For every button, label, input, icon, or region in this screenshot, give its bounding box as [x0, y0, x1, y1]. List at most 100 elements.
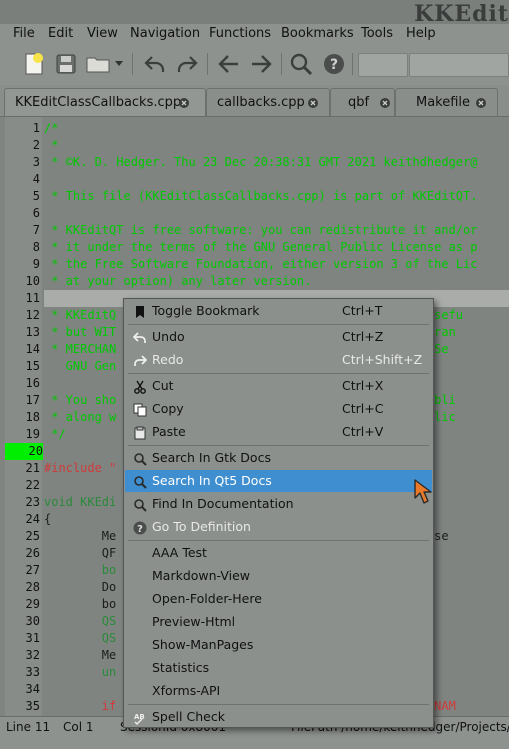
- line-number: 4: [32, 172, 40, 186]
- menu-item-label: Open-Folder-Here: [152, 591, 262, 606]
- tab-close-icon[interactable]: [308, 98, 318, 108]
- menu-item-label: Show-ManPages: [152, 637, 254, 652]
- menu-file[interactable]: File: [13, 26, 35, 41]
- help-icon: ?: [133, 520, 147, 535]
- line-number: 25: [25, 529, 40, 543]
- new-file-icon[interactable]: [20, 50, 48, 78]
- code-line: * This file (KKEditClassCallbacks.cpp) i…: [44, 189, 478, 203]
- menu-item-statistics[interactable]: Statistics: [125, 657, 432, 679]
- menu-item-show-manpages[interactable]: Show-ManPages: [125, 634, 432, 656]
- save-icon[interactable]: [52, 50, 80, 78]
- menu-item-toggle-bookmark[interactable]: Toggle Bookmark Ctrl+T: [125, 300, 432, 322]
- open-folder-icon[interactable]: [84, 50, 112, 78]
- menu-item-redo: Redo Ctrl+Shift+Z: [125, 349, 432, 371]
- menu-item-label: Find In Documentation: [152, 496, 294, 511]
- line-number: 29: [25, 597, 40, 611]
- menu-item-xforms-api[interactable]: Xforms-API: [125, 680, 432, 702]
- menu-item-paste[interactable]: Paste Ctrl+V: [125, 421, 432, 443]
- tab-close-icon[interactable]: [179, 98, 189, 108]
- undo-icon[interactable]: [141, 50, 169, 78]
- code-line: */: [44, 427, 66, 441]
- menu-item-search-in-gtk-docs[interactable]: Search In Gtk Docs: [125, 447, 432, 469]
- line-number: 6: [32, 206, 40, 220]
- menu-item-aaa-test[interactable]: AAA Test: [125, 542, 432, 564]
- tab-kkeditclasscallbacks[interactable]: KKEditClassCallbacks.cpp: [4, 88, 206, 116]
- line-number: 11: [25, 291, 40, 305]
- menu-item-label: Search In Gtk Docs: [152, 450, 271, 465]
- status-col: Col 1: [63, 720, 94, 734]
- menu-item-label: Redo: [152, 352, 184, 367]
- line-number: 15: [25, 359, 40, 373]
- tab-qbf[interactable]: qbf: [330, 88, 395, 116]
- menu-navigation[interactable]: Navigation: [130, 26, 200, 41]
- line-number: 3: [32, 155, 40, 169]
- menu-item-find-in-documentation[interactable]: Find In Documentation: [125, 493, 432, 515]
- tab-callbacks[interactable]: callbacks.cpp: [206, 88, 330, 116]
- dropdown-arrow-icon[interactable]: [112, 50, 126, 78]
- menu-bookmarks[interactable]: Bookmarks: [281, 26, 354, 41]
- code-line: QS: [44, 614, 117, 628]
- tab-label: qbf: [348, 95, 370, 110]
- title-bar: KKEdit: [0, 0, 509, 27]
- line-number: 10: [25, 274, 40, 288]
- menu-item-markdown-view[interactable]: Markdown-View: [125, 565, 432, 587]
- line-number: 5: [32, 189, 40, 203]
- menu-item-open-folder-here[interactable]: Open-Folder-Here: [125, 588, 432, 610]
- menu-item-undo[interactable]: Undo Ctrl+Z: [125, 326, 432, 348]
- find-icon[interactable]: [287, 50, 315, 78]
- line-number: 8: [32, 240, 40, 254]
- cut-icon: [133, 379, 147, 394]
- menu-separator: [128, 540, 429, 541]
- back-icon[interactable]: [215, 50, 243, 78]
- menu-item-label: Copy: [152, 401, 184, 416]
- menu-item-spell-check[interactable]: AB Spell Check: [125, 706, 432, 728]
- line-number: 7: [32, 223, 40, 237]
- menu-item-shortcut: Ctrl+T: [342, 303, 383, 318]
- line-number: 26: [25, 546, 40, 560]
- toolbar-goto-field[interactable]: [409, 53, 509, 77]
- tab-close-icon[interactable]: [380, 98, 390, 108]
- forward-icon[interactable]: [247, 50, 275, 78]
- code-line: QS: [44, 631, 117, 645]
- menu-edit[interactable]: Edit: [48, 26, 73, 41]
- menu-tools[interactable]: Tools: [361, 26, 393, 41]
- svg-text:AB: AB: [134, 713, 145, 721]
- tab-close-icon[interactable]: [476, 98, 486, 108]
- status-line: Line 11: [6, 720, 51, 734]
- menu-view[interactable]: View: [87, 26, 118, 41]
- menu-help[interactable]: Help: [406, 26, 436, 41]
- tab-makefile[interactable]: Makefile: [395, 88, 498, 116]
- menu-item-search-in-qt5-docs[interactable]: Search In Qt5 Docs: [125, 470, 432, 492]
- code-line: * at your option) any later version.: [44, 274, 312, 288]
- help-icon[interactable]: ?: [320, 50, 348, 78]
- menu-item-label: Preview-Html: [152, 614, 236, 629]
- menu-item-copy[interactable]: Copy Ctrl+C: [125, 398, 432, 420]
- menu-item-label: Toggle Bookmark: [152, 303, 260, 318]
- menu-functions[interactable]: Functions: [209, 26, 271, 41]
- redo-icon[interactable]: [173, 50, 201, 78]
- menu-item-shortcut: Ctrl+V: [342, 424, 384, 439]
- menu-item-label: Undo: [152, 329, 185, 344]
- menu-item-label: Search In Qt5 Docs: [152, 473, 272, 488]
- line-number: 13: [25, 325, 40, 339]
- menu-item-label: Spell Check: [152, 709, 225, 724]
- line-number: 31: [25, 631, 40, 645]
- line-number: 19: [25, 427, 40, 441]
- menu-item-cut[interactable]: Cut Ctrl+X: [125, 375, 432, 397]
- menu-bar: File Edit View Navigation Functions Book…: [0, 24, 509, 45]
- menu-item-preview-html[interactable]: Preview-Html: [125, 611, 432, 633]
- code-line: Me: [44, 648, 117, 662]
- line-number: 2: [32, 138, 40, 152]
- code-line: *: [44, 138, 59, 152]
- menu-item-label: AAA Test: [152, 545, 207, 560]
- line-number: 34: [25, 682, 40, 696]
- line-number: 21: [25, 461, 40, 475]
- menu-item-label: Cut: [152, 378, 174, 393]
- line-number: 28: [25, 580, 40, 594]
- context-menu: Toggle Bookmark Ctrl+T Undo Ctrl+Z Redo Ctrl+…: [123, 298, 434, 728]
- line-number: 9: [32, 257, 40, 271]
- line-number: 27: [25, 563, 40, 577]
- toolbar-find-field[interactable]: [358, 53, 408, 77]
- search-icon: [133, 451, 147, 466]
- menu-item-label: Go To Definition: [152, 519, 251, 534]
